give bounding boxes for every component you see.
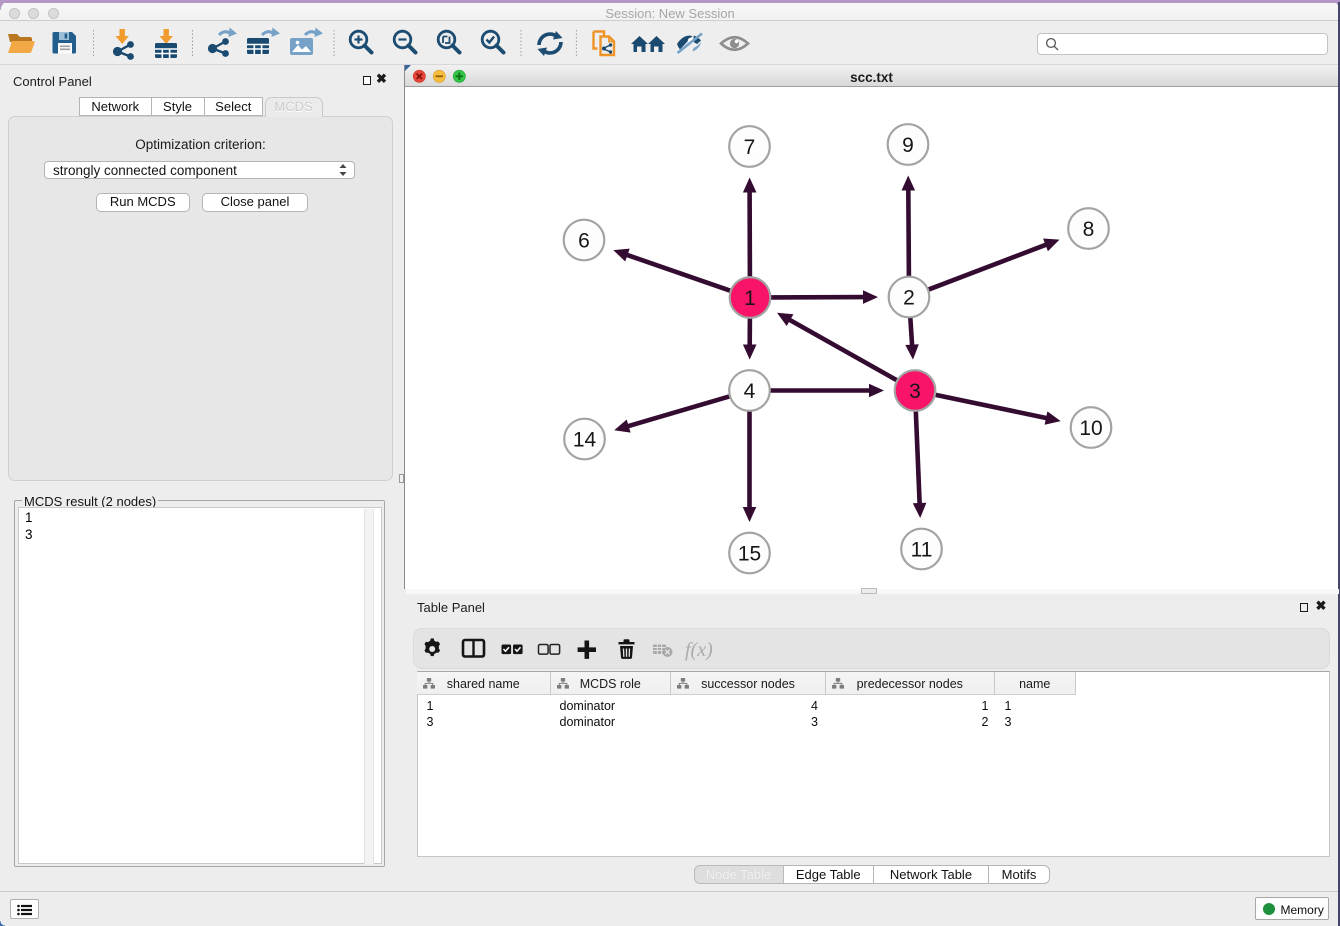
svg-text:6: 6: [578, 229, 590, 252]
svg-text:11: 11: [911, 538, 933, 561]
svg-text:14: 14: [573, 428, 597, 451]
svg-text:2: 2: [903, 286, 915, 309]
svg-text:3: 3: [909, 379, 921, 402]
svg-text:9: 9: [902, 133, 914, 156]
svg-text:f(x): f(x): [685, 639, 713, 661]
svg-text:15: 15: [738, 542, 761, 565]
svg-text:10: 10: [1079, 416, 1102, 439]
svg-text:8: 8: [1083, 217, 1095, 240]
svg-text:7: 7: [744, 135, 756, 158]
svg-text:1: 1: [744, 286, 756, 309]
svg-text:4: 4: [744, 379, 756, 402]
